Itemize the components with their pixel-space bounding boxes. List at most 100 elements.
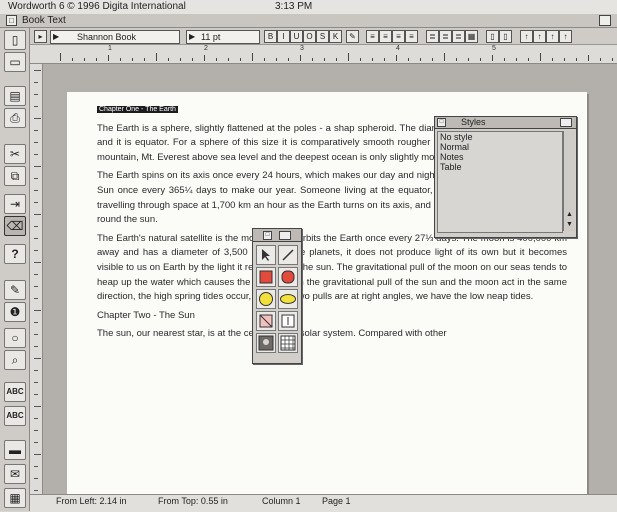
search-tool[interactable]: ⌕ bbox=[4, 350, 26, 370]
save-tool[interactable]: ▤ bbox=[4, 86, 26, 106]
double-space-icon[interactable]: ≣ bbox=[452, 30, 465, 43]
outline-button[interactable]: O bbox=[303, 30, 316, 43]
ruler-tick bbox=[96, 58, 97, 61]
ruler-tick bbox=[432, 58, 433, 61]
new-document-tool[interactable]: ▯ bbox=[4, 30, 26, 50]
palette-tool[interactable]: ✎ bbox=[4, 280, 26, 300]
table-icon[interactable]: ▦ bbox=[465, 30, 478, 43]
eraser-tool[interactable]: ⌫ bbox=[4, 216, 26, 236]
size-selector[interactable]: ▶ 11 pt bbox=[186, 30, 260, 44]
one-half-space-icon[interactable]: ≣ bbox=[439, 30, 452, 43]
paste-icon: ⇥ bbox=[9, 197, 21, 211]
text-frame-tool[interactable] bbox=[278, 311, 298, 331]
highlight-tool[interactable]: ▬ bbox=[4, 440, 26, 460]
ruler-tick bbox=[34, 394, 38, 395]
ruler-tick bbox=[34, 130, 38, 131]
scroll-down-icon[interactable]: ▼ bbox=[564, 221, 575, 229]
justify-icon[interactable]: ≡ bbox=[405, 30, 418, 43]
close-box-icon[interactable]: □ bbox=[6, 15, 17, 26]
thesaurus-tool[interactable]: ABC bbox=[4, 406, 26, 426]
copy-tool[interactable]: ⧉ bbox=[4, 166, 26, 186]
ruler-tick bbox=[528, 58, 529, 61]
cut-tool[interactable]: ✂ bbox=[4, 144, 26, 164]
window-title-bar[interactable]: □ Book Text bbox=[0, 14, 617, 28]
ruler-tick bbox=[468, 58, 469, 61]
horizontal-ruler[interactable]: 1 2 3 4 5 bbox=[30, 45, 617, 64]
toolbar-scroll-button[interactable]: ▸ bbox=[34, 30, 47, 43]
ruler-tick bbox=[216, 58, 217, 61]
table-tool[interactable] bbox=[278, 333, 298, 353]
vertical-ruler[interactable] bbox=[30, 64, 43, 494]
help-tool[interactable]: ? bbox=[4, 244, 26, 264]
picture-tool[interactable] bbox=[256, 333, 276, 353]
ruler-tick bbox=[240, 58, 241, 61]
close-box-icon[interactable]: □ bbox=[263, 231, 272, 240]
styles-list[interactable]: No style Normal Notes Table bbox=[437, 131, 563, 233]
align-left-icon[interactable]: ≡ bbox=[366, 30, 379, 43]
spell-check-tool[interactable]: ABC bbox=[4, 382, 26, 402]
close-box-icon[interactable]: □ bbox=[437, 118, 446, 127]
style-item[interactable]: Notes bbox=[438, 152, 562, 162]
zoom-box-icon[interactable] bbox=[599, 15, 611, 26]
ruler-tick bbox=[360, 58, 361, 61]
ruler-tick bbox=[72, 58, 73, 61]
pen-tool-icon[interactable]: ✎ bbox=[346, 30, 359, 43]
styles-scrollbar[interactable]: ▲ ▼ bbox=[563, 131, 575, 231]
underline-button[interactable]: U bbox=[290, 30, 303, 43]
arrow-pointer-icon bbox=[262, 249, 270, 261]
shadow-button[interactable]: S bbox=[316, 30, 329, 43]
ruler-tick bbox=[336, 58, 337, 61]
tools-palette-titlebar[interactable]: □ bbox=[253, 229, 301, 242]
ellipse-tool[interactable] bbox=[278, 289, 298, 309]
drawing-tools-palette[interactable]: □ bbox=[252, 228, 302, 364]
single-space-icon[interactable]: ≣ bbox=[426, 30, 439, 43]
circle-tool[interactable] bbox=[256, 289, 276, 309]
bold-button[interactable]: B bbox=[264, 30, 277, 43]
paste-tool[interactable]: ⇥ bbox=[4, 194, 26, 214]
app-menu-label[interactable]: Wordworth 6 © 1996 Digita International bbox=[8, 0, 186, 14]
pointer-tool[interactable] bbox=[256, 245, 276, 265]
style-item[interactable]: Table bbox=[438, 162, 562, 172]
ruler-tick bbox=[34, 118, 41, 119]
ruler-tick bbox=[34, 310, 41, 311]
styles-palette[interactable]: □ Styles No style Normal Notes Table ▲ ▼ bbox=[434, 116, 577, 238]
ruler-tick bbox=[252, 53, 253, 61]
paragraph[interactable]: The Earth's natural satellite is the moo… bbox=[97, 232, 567, 305]
columns-one-icon[interactable]: ▯ bbox=[486, 30, 499, 43]
style-item[interactable]: Normal bbox=[438, 142, 562, 152]
zoom-tool[interactable]: ○ bbox=[4, 328, 26, 348]
tab-right-icon[interactable]: ↑ bbox=[546, 30, 559, 43]
collapse-box-icon[interactable] bbox=[560, 118, 572, 127]
scroll-up-icon[interactable]: ▲ bbox=[564, 211, 575, 219]
ruler-tick bbox=[34, 70, 41, 71]
line-tool[interactable] bbox=[278, 245, 298, 265]
tab-decimal-icon[interactable]: ↑ bbox=[559, 30, 572, 43]
envelope-tool[interactable]: ✉ bbox=[4, 464, 26, 484]
selected-heading[interactable]: Chapter One - The Earth bbox=[97, 106, 178, 113]
styles-palette-titlebar[interactable]: □ Styles bbox=[435, 117, 576, 129]
strike-button[interactable]: K bbox=[329, 30, 342, 43]
ruler-tick bbox=[34, 430, 38, 431]
tab-left-icon[interactable]: ↑ bbox=[520, 30, 533, 43]
open-document-tool[interactable]: ▭ bbox=[4, 52, 26, 72]
paragraph[interactable]: The sun, our nearest star, is at the cen… bbox=[97, 327, 567, 342]
ruler-tick bbox=[34, 178, 38, 179]
align-center-icon[interactable]: ≡ bbox=[379, 30, 392, 43]
tab-center-icon[interactable]: ↑ bbox=[533, 30, 546, 43]
ruler-tick bbox=[132, 58, 133, 61]
collapse-box-icon[interactable] bbox=[279, 231, 291, 240]
rounded-rect-tool[interactable] bbox=[278, 267, 298, 287]
graphic-tool[interactable]: ▦ bbox=[4, 488, 26, 508]
chapter-heading[interactable]: Chapter Two - The Sun bbox=[97, 309, 567, 324]
font-selector[interactable]: ▶ Shannon Book bbox=[50, 30, 180, 44]
styles-palette-title: Styles bbox=[461, 117, 486, 127]
info-tool[interactable]: ❶ bbox=[4, 302, 26, 322]
print-tool[interactable]: ⎙ bbox=[4, 108, 26, 128]
frame-tool[interactable] bbox=[256, 311, 276, 331]
columns-two-icon[interactable]: ▯ bbox=[499, 30, 512, 43]
ruler-tick bbox=[480, 58, 481, 61]
italic-button[interactable]: I bbox=[277, 30, 290, 43]
style-item[interactable]: No style bbox=[438, 132, 562, 142]
rectangle-tool[interactable] bbox=[256, 267, 276, 287]
align-right-icon[interactable]: ≡ bbox=[392, 30, 405, 43]
